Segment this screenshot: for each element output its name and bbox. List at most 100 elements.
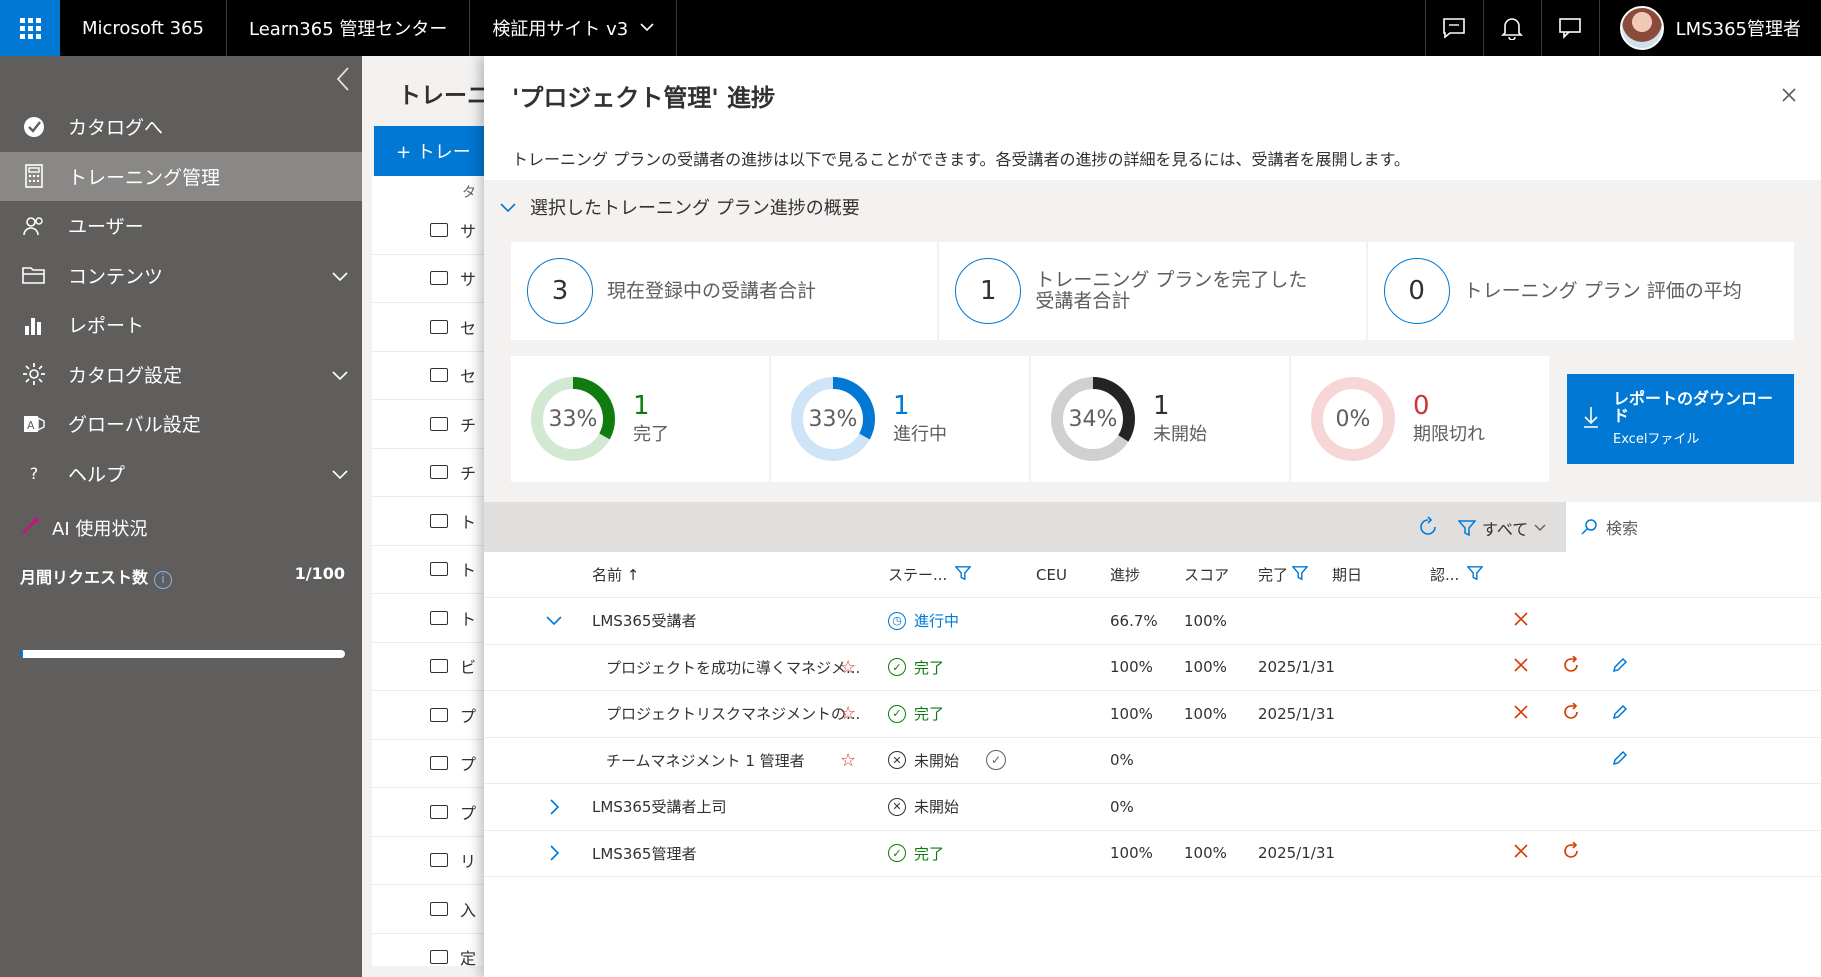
filter-icon[interactable] <box>954 565 972 585</box>
feedback-button[interactable] <box>1540 0 1599 56</box>
list-item[interactable]: 定 <box>372 934 492 977</box>
donut-percent: 33% <box>548 406 598 432</box>
sidebar-item-global-settings[interactable]: A グローバル設定 <box>0 399 362 449</box>
remove-button[interactable] <box>1514 598 1528 644</box>
collapse-row-icon[interactable] <box>546 598 562 644</box>
col-status[interactable]: ステー... <box>888 552 972 597</box>
list-item[interactable]: チ <box>372 400 492 449</box>
remove-button[interactable] <box>1514 691 1528 737</box>
table-row[interactable]: プロジェクトリスクマネジメントの... ☆ ✓ 完了 100% 100% 2025/1/31 <box>484 691 1821 738</box>
sidebar-item-content[interactable]: コンテンツ <box>0 251 362 301</box>
list-item-title: プ <box>460 706 477 726</box>
item-type-icon <box>430 707 448 722</box>
list-item[interactable]: サ <box>372 206 492 255</box>
col-complete[interactable]: 完了 <box>1258 552 1309 597</box>
stat-value: 1 <box>955 258 1022 324</box>
list-item[interactable]: プ <box>372 691 492 740</box>
filter-icon[interactable] <box>1291 565 1309 585</box>
expand-row-icon[interactable] <box>550 784 560 830</box>
app-name[interactable]: Microsoft 365 <box>60 0 227 56</box>
search-input[interactable]: 検索 <box>1566 502 1821 552</box>
row-score: 100% <box>1184 658 1227 677</box>
table-row[interactable]: LMS365管理者 ✓ 完了 100% 100% 2025/1/31 <box>484 831 1821 877</box>
close-icon <box>1782 88 1796 102</box>
edit-button[interactable] <box>1612 645 1628 691</box>
list-item-title: プ <box>460 803 477 823</box>
sidebar-item-training-management[interactable]: トレーニング管理 <box>0 151 362 201</box>
summary-toggle[interactable]: 選択したトレーニング プラン進捗の概要 <box>500 194 860 220</box>
redo-icon <box>1564 841 1580 864</box>
edit-button[interactable] <box>1612 691 1628 737</box>
app-launcher-button[interactable] <box>0 0 60 56</box>
notifications-button[interactable] <box>1482 0 1541 56</box>
admin-icon: A <box>20 410 48 438</box>
collapse-sidebar-button[interactable] <box>336 66 350 99</box>
list-item[interactable]: ト <box>372 594 492 643</box>
col-due-date[interactable]: 期日 <box>1332 552 1362 597</box>
list-column-header[interactable]: タ <box>372 176 492 206</box>
col-progress[interactable]: 進捗 <box>1110 552 1140 597</box>
status-icon: ✕ <box>888 797 906 816</box>
chat-button[interactable] <box>1424 0 1483 56</box>
row-name: LMS365受講者 <box>592 612 697 631</box>
list-item[interactable]: リ <box>372 837 492 885</box>
info-icon[interactable]: i <box>154 571 173 589</box>
edit-button[interactable] <box>1612 738 1628 784</box>
reset-button[interactable] <box>1564 691 1580 737</box>
list-item-title: セ <box>460 318 477 338</box>
sidebar-item-help[interactable]: ? ヘルプ <box>0 449 362 499</box>
expand-row-icon[interactable] <box>550 831 560 877</box>
close-button[interactable] <box>1781 82 1797 108</box>
table-row[interactable]: LMS365受講者 ◷ 進行中 66.7% 100% <box>484 598 1821 645</box>
user-menu[interactable]: LMS365管理者 <box>1598 0 1821 56</box>
sidebar-item-label: トレーニング管理 <box>68 166 221 189</box>
item-type-icon <box>430 950 448 965</box>
download-title: レポートのダウンロード <box>1613 388 1774 425</box>
col-name[interactable]: 名前 ↑ <box>592 552 639 597</box>
training-list: タ ササセセチチトトトビプププリ入定 <box>372 176 492 968</box>
remove-button[interactable] <box>1514 831 1528 877</box>
reset-button[interactable] <box>1564 645 1580 691</box>
table-row[interactable]: チームマネジメント 1 管理者 ☆ ✕ 未開始 ✓ 0% <box>484 738 1821 784</box>
list-item[interactable]: ト <box>372 546 492 594</box>
reset-button[interactable] <box>1564 831 1580 877</box>
refresh-button[interactable] <box>1417 516 1439 543</box>
admin-center-title[interactable]: Learn365 管理センター <box>227 0 471 56</box>
list-item[interactable]: ビ <box>372 643 492 691</box>
search-placeholder: 検索 <box>1606 519 1639 538</box>
stat-label: トレーニング プランを完了した受講者合計 <box>1035 269 1308 312</box>
list-item[interactable]: プ <box>372 740 492 788</box>
sidebar-item-users[interactable]: ユーザー <box>0 201 362 251</box>
table-row[interactable]: LMS365受講者上司 ✕ 未開始 0% <box>484 784 1821 831</box>
list-item[interactable]: ト <box>372 497 492 546</box>
list-item[interactable]: プ <box>372 788 492 837</box>
list-item[interactable]: チ <box>372 449 492 497</box>
new-training-button[interactable]: + トレー <box>374 126 494 176</box>
list-item-title: プ <box>460 755 477 775</box>
col-cert[interactable]: 認... <box>1430 552 1484 597</box>
donut-chart: 0% <box>1305 371 1401 467</box>
check-circle-icon <box>20 113 48 141</box>
sidebar-item-reports[interactable]: レポート <box>0 300 362 350</box>
filter-icon[interactable] <box>1466 565 1484 585</box>
col-ceu[interactable]: CEU <box>1036 552 1067 597</box>
row-score: 100% <box>1184 704 1227 723</box>
table-row[interactable]: プロジェクトを成功に導くマネジメ... ☆ ✓ 完了 100% 100% 2025/1/31 <box>484 645 1821 691</box>
list-item[interactable]: セ <box>372 352 492 400</box>
progress-panel: 'プロジェクト管理' 進捗 トレーニング プランの受講者の進捗は以下で見ることが… <box>484 56 1821 977</box>
list-item[interactable]: サ <box>372 255 492 303</box>
download-report-button[interactable]: レポートのダウンロード Excelファイル <box>1567 374 1794 464</box>
sidebar-item-catalog-settings[interactable]: カタログ設定 <box>0 350 362 400</box>
filter-dropdown[interactable]: すべて <box>1458 516 1546 540</box>
chat-icon <box>1443 18 1465 39</box>
site-selector[interactable]: 検証用サイト v3 <box>470 0 678 56</box>
donut-chart: 34% <box>1045 371 1141 467</box>
donut-label: 期限切れ <box>1413 424 1485 446</box>
list-item[interactable]: 入 <box>372 885 492 934</box>
list-item[interactable]: セ <box>372 303 492 352</box>
sidebar-item-catalog[interactable]: カタログへ <box>0 102 362 152</box>
approve-button[interactable]: ✓ <box>986 738 1006 784</box>
sidebar-item-label: ユーザー <box>68 216 144 239</box>
remove-button[interactable] <box>1514 645 1528 691</box>
col-score[interactable]: スコア <box>1184 552 1229 597</box>
